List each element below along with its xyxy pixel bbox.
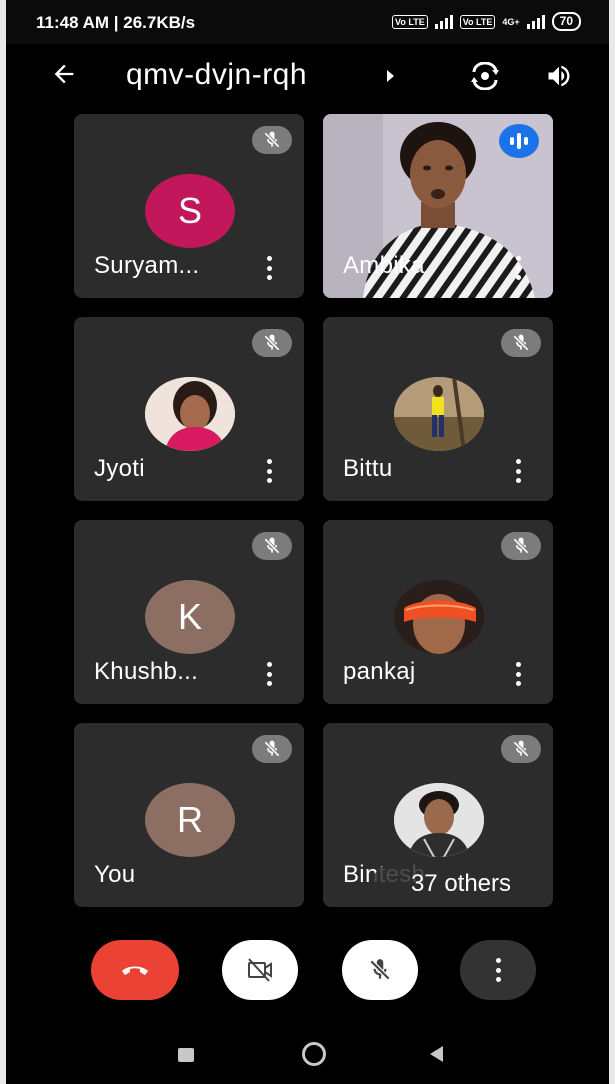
mic-toggle-button[interactable]: [342, 940, 418, 1000]
camera-toggle-button[interactable]: [222, 940, 298, 1000]
more-vert-icon[interactable]: [515, 459, 521, 483]
mic-off-icon: [252, 329, 292, 357]
participant-name: Ambika: [343, 252, 425, 279]
avatar-photo: [145, 377, 235, 451]
participant-name: Bittu: [343, 455, 393, 482]
dropdown-caret-icon[interactable]: [387, 70, 394, 82]
meeting-code[interactable]: qmv-dvjn-rqh: [126, 58, 307, 92]
back-arrow-icon[interactable]: [50, 60, 78, 88]
end-call-icon: [122, 966, 148, 975]
nav-back-icon[interactable]: [430, 1046, 443, 1062]
audio-level-icon: [499, 124, 539, 158]
participant-name: You: [94, 861, 136, 888]
participant-tile-video[interactable]: Ambika: [323, 114, 553, 298]
avatar-photo: [394, 783, 484, 857]
signal-icon: [434, 14, 453, 29]
status-bar: 11:48 AM | 26.7KB/s Vo LTE Vo LTE 4G+ 70: [6, 0, 609, 44]
participant-name: Khushb...: [94, 658, 199, 685]
participant-tile[interactable]: pankaj: [323, 520, 553, 704]
battery-icon: 70: [551, 12, 581, 31]
nav-home-icon[interactable]: [302, 1042, 326, 1066]
volte-badge-2: Vo LTE: [459, 14, 496, 29]
status-icons: Vo LTE Vo LTE 4G+ 70: [392, 12, 581, 31]
phone-screen: 11:48 AM | 26.7KB/s Vo LTE Vo LTE 4G+ 70…: [6, 0, 609, 1084]
more-options-button[interactable]: [460, 940, 536, 1000]
participant-tile[interactable]: S Suryam...: [74, 114, 304, 298]
avatar: K: [145, 580, 235, 654]
camera-off-icon: [248, 958, 272, 982]
more-vert-icon: [495, 958, 501, 982]
more-vert-icon[interactable]: [515, 256, 521, 280]
end-call-button[interactable]: [91, 940, 179, 1000]
mic-off-icon: [501, 329, 541, 357]
system-nav-bar: [6, 1024, 609, 1084]
avatar-photo: [394, 377, 484, 451]
participant-tile-self[interactable]: R You: [74, 723, 304, 907]
mic-off-icon: [501, 532, 541, 560]
meeting-header: qmv-dvjn-rqh: [6, 44, 609, 108]
nav-recents-icon[interactable]: [178, 1048, 194, 1062]
speaker-icon[interactable]: [544, 62, 574, 90]
mic-off-icon: [252, 532, 292, 560]
mic-off-icon: [252, 126, 292, 154]
participant-name: Jyoti: [94, 455, 145, 482]
participant-tile[interactable]: K Khushb...: [74, 520, 304, 704]
others-chip[interactable]: 37 others: [372, 864, 550, 904]
avatar: S: [145, 174, 235, 248]
avatar-photo: [394, 580, 484, 654]
volte-badge: Vo LTE: [392, 14, 428, 29]
participant-tile[interactable]: Jyoti: [74, 317, 304, 501]
avatar: R: [145, 783, 235, 857]
mic-off-icon: [369, 959, 391, 981]
mic-off-icon: [252, 735, 292, 763]
mic-off-icon: [501, 735, 541, 763]
participant-name: Suryam...: [94, 252, 200, 279]
participant-name: pankaj: [343, 658, 416, 685]
more-vert-icon[interactable]: [266, 459, 272, 483]
more-vert-icon[interactable]: [266, 256, 272, 280]
network-type: 4G+: [502, 16, 520, 27]
more-vert-icon[interactable]: [266, 662, 272, 686]
more-vert-icon[interactable]: [515, 662, 521, 686]
switch-camera-icon[interactable]: [468, 62, 502, 90]
signal-icon-2: [526, 14, 545, 29]
status-time: 11:48 AM | 26.7KB/s: [36, 13, 196, 32]
participant-tile[interactable]: Bittu: [323, 317, 553, 501]
